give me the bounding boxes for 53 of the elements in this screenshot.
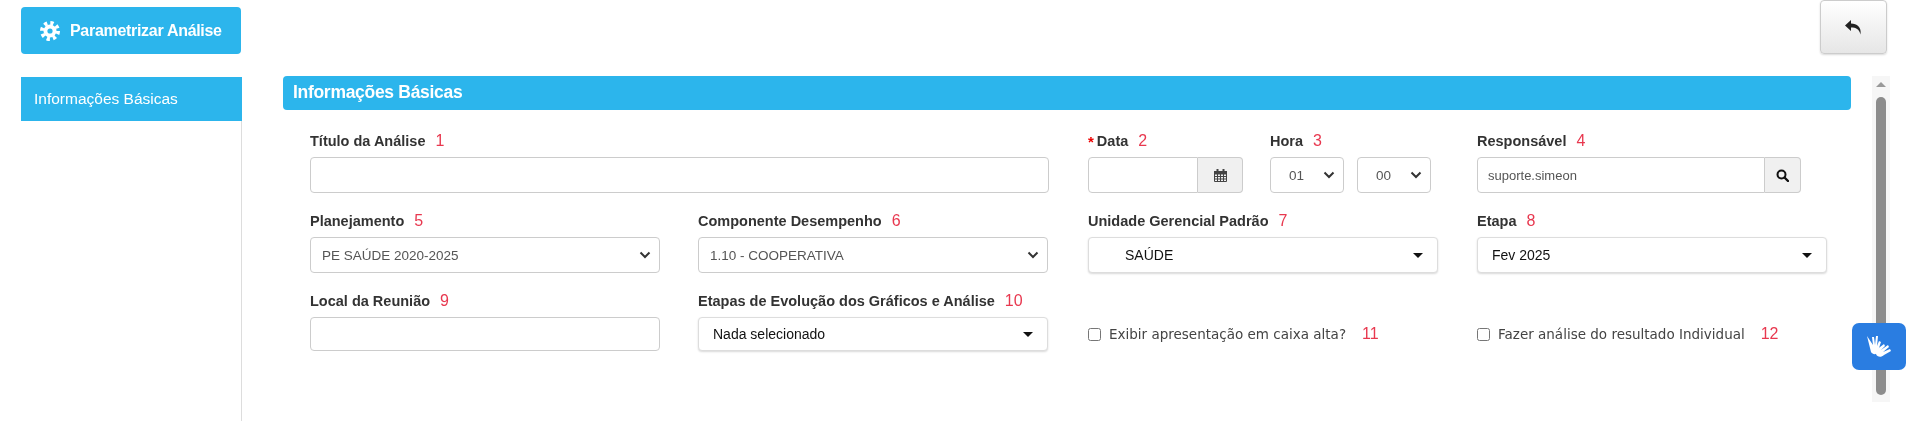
- text-field[interactable]: suporte.simeon: [1477, 157, 1765, 193]
- annotation-number: 2: [1138, 132, 1148, 150]
- field-label: Unidade Gerencial Padrão: [1088, 213, 1269, 229]
- search-icon: [1776, 168, 1789, 182]
- annotation-number: 4: [1576, 132, 1586, 150]
- dropdown-field[interactable]: Nada selecionado: [698, 317, 1048, 351]
- annotation-number: 8: [1526, 212, 1536, 230]
- back-button[interactable]: [1820, 0, 1887, 54]
- annotation-number: 6: [891, 212, 901, 230]
- select-field[interactable]: 1.10 - COOPERATIVA: [698, 237, 1048, 273]
- section-header: Informações Básicas: [283, 76, 1851, 110]
- required-asterisk: *: [1088, 132, 1094, 150]
- text-field[interactable]: [310, 317, 660, 351]
- annotation-number: 3: [1313, 132, 1322, 150]
- gear-icon: [39, 19, 61, 42]
- field-label: Local da Reunião: [310, 293, 431, 309]
- field-label: Planejamento: [310, 213, 405, 229]
- annotation-number: 12: [1760, 325, 1779, 343]
- accessibility-button[interactable]: [1852, 323, 1906, 370]
- annotation-number: 9: [440, 292, 449, 310]
- dropdown-field[interactable]: Fev 2025: [1477, 237, 1827, 273]
- checkbox[interactable]: [1477, 327, 1490, 341]
- annotation-number: 11: [1362, 325, 1379, 343]
- caret-icon: [1023, 331, 1033, 337]
- field-label: Componente Desempenho: [698, 213, 882, 229]
- field-label: Responsável: [1477, 133, 1567, 149]
- caret-icon: [1802, 252, 1812, 258]
- calendar-button[interactable]: [1198, 157, 1243, 193]
- field-label: Etapas de Evolução dos Gráficos e Análise: [698, 293, 995, 309]
- annotation-number: 10: [1004, 292, 1023, 310]
- chevron-icon: [1323, 171, 1335, 179]
- time-select[interactable]: 00: [1357, 157, 1431, 193]
- annotation-number: 7: [1278, 212, 1288, 230]
- caret-icon: [1413, 252, 1423, 258]
- checkbox-label: Fazer análise do resultado Individual: [1498, 326, 1745, 342]
- chevron-icon: [639, 251, 651, 259]
- chevron-icon: [1027, 251, 1039, 259]
- select-field[interactable]: PE SAÚDE 2020-2025: [310, 237, 660, 273]
- field-label: Etapa: [1477, 213, 1517, 229]
- date-field[interactable]: [1088, 157, 1198, 193]
- dropdown-field[interactable]: SAÚDE: [1088, 237, 1438, 273]
- field-label: Data: [1096, 133, 1129, 149]
- checkbox-label: Exibir apresentação em caixa alta?: [1109, 326, 1347, 342]
- search-button[interactable]: [1765, 157, 1801, 193]
- annotation-number: 5: [414, 212, 424, 230]
- calendar-icon: [1213, 168, 1227, 182]
- field-label: Título da Análise: [310, 133, 426, 149]
- checkbox[interactable]: [1088, 327, 1101, 341]
- field-label: Hora: [1270, 133, 1304, 149]
- chevron-icon: [1410, 171, 1422, 179]
- text-field[interactable]: [310, 157, 1049, 193]
- time-select[interactable]: 01: [1270, 157, 1344, 193]
- annotation-number: 1: [435, 132, 445, 150]
